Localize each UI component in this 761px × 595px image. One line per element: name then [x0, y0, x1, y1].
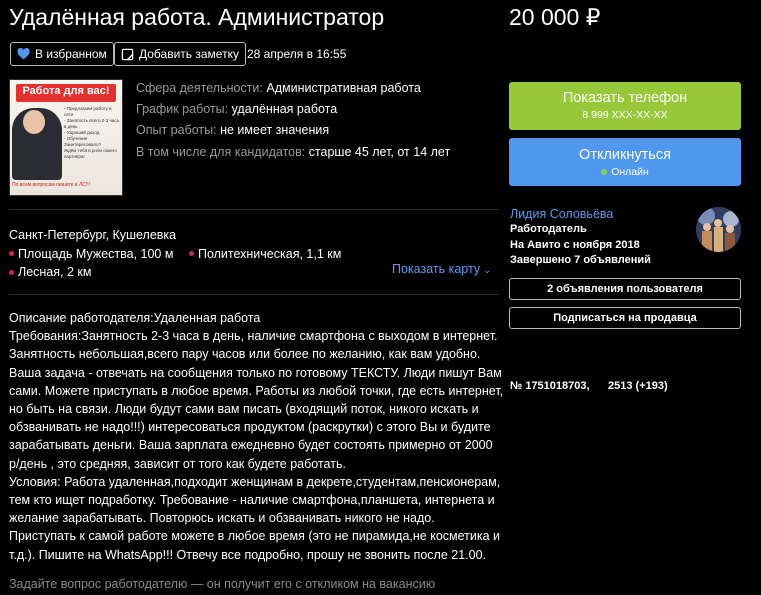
seller-info: Работодатель На Авито с ноября 2018 Заве…	[510, 222, 651, 269]
description-line: Требования:Занятность 2-3 часа в день, н…	[9, 329, 498, 344]
description-line: Условия: Работа удаленная,подходит женщи…	[9, 474, 501, 489]
description-line: Ваша задача - отвечать на сообщения толь…	[9, 365, 502, 380]
view-count: 2513 (+193)	[608, 380, 668, 392]
description-line: Приступать к самой работе можете в любое…	[9, 529, 501, 544]
seller-name-link[interactable]: Лидия Соловьёва	[510, 207, 613, 221]
description-line: р/день , это средняя, зависит от того ка…	[9, 456, 346, 471]
ad-number: № 1751018703,	[510, 380, 590, 392]
metro-station: Политехническая, 1,1 км	[188, 247, 341, 261]
phone-number: 8 999 XXX-XX-XX	[582, 109, 668, 121]
show-phone-button[interactable]: Показать телефон 8 999 XXX-XX-XX	[509, 82, 741, 130]
subscribe-button[interactable]: Подписаться на продавца	[509, 307, 741, 329]
online-dot-icon	[601, 169, 608, 176]
divider	[9, 294, 499, 295]
note-icon	[121, 48, 134, 60]
favorite-label: В избранном	[35, 47, 107, 61]
description-line: но быть на связи. Люди будут сами вам пи…	[9, 402, 479, 417]
listing-photo[interactable]: Работа для вас! - Предлагаем работу в се…	[9, 79, 123, 196]
user-ads-button[interactable]: 2 объявления пользователя	[509, 278, 741, 300]
description-line: тем кто ищет подработку. Требование - на…	[9, 493, 495, 508]
description: Описание работодателя:Удаленная работа Т…	[9, 309, 504, 564]
chevron-down-icon: ⌄	[483, 265, 492, 275]
property-row: Сфера деятельности: Административная раб…	[136, 81, 421, 95]
seller-role: Работодатель	[510, 223, 587, 235]
metro-line: Площадь Мужества, 100 м Политехническая,…	[9, 245, 341, 264]
add-note-label: Добавить заметку	[139, 47, 239, 61]
show-map-link[interactable]: Показать карту ⌄	[392, 262, 491, 276]
favorite-button[interactable]: В избранном	[10, 42, 114, 66]
metro-station: Лесная, 2 км	[9, 263, 341, 282]
listing-title: Удалённая работа. Администратор	[9, 4, 385, 30]
description-line: обзванивать не надо!!!) интересоваться п…	[9, 420, 491, 435]
address-block: Санкт-Петербург, Кушелевка Площадь Мужес…	[9, 226, 341, 282]
seller-completed: Завершено 7 объявлений	[510, 254, 651, 266]
description-line: зарабатывать деньги. Ваша зарплата ежедн…	[9, 438, 493, 453]
avatar[interactable]	[696, 207, 741, 252]
divider	[9, 209, 499, 210]
listing-price: 20 000 ₽	[509, 4, 601, 30]
online-status: Онлайн	[509, 165, 741, 179]
address: Санкт-Петербург, Кушелевка	[9, 228, 177, 242]
description-line: т.д.). Пишите на WhatsApp!!! Отвечу все …	[9, 547, 487, 562]
seller-since: На Авито с ноября 2018	[510, 238, 640, 251]
show-phone-label: Показать телефон	[562, 90, 688, 106]
respond-button[interactable]: Откликнуться Онлайн	[509, 138, 741, 186]
respond-label: Откликнуться	[579, 147, 671, 163]
description-line: сами. Можете приступать в любое время. Р…	[9, 383, 504, 398]
ask-employer-prompt: Задайте вопрос работодателю — он получит…	[9, 577, 436, 591]
metro-station: Площадь Мужества, 100 м	[9, 247, 173, 261]
description-line: Описание работодателя:Удаленная работа	[9, 311, 261, 325]
property-row: В том числе для кандидатов: старше 45 ле…	[136, 144, 451, 159]
description-line: Занятность небольшая,всего пару часов ил…	[9, 347, 481, 362]
job-properties: Сфера деятельности: Административная раб…	[136, 78, 450, 163]
listing-date: 28 апреля в 16:55	[247, 47, 347, 61]
description-line: желание зарабатывать. Повторюсь искать и…	[9, 511, 435, 526]
photo-headline: Работа для вас!	[22, 85, 110, 97]
property-row: Опыт работы: не имеет значения	[136, 123, 330, 138]
property-row: График работы: удалённая работа	[136, 102, 338, 117]
add-note-button[interactable]: Добавить заметку	[114, 42, 246, 66]
photo-bullets: - Предлагаем работу в сети - Занятость в…	[64, 106, 120, 159]
heart-icon	[17, 48, 30, 60]
photo-footer: По всем вопросам пишите в ЛС!!!	[12, 182, 91, 188]
